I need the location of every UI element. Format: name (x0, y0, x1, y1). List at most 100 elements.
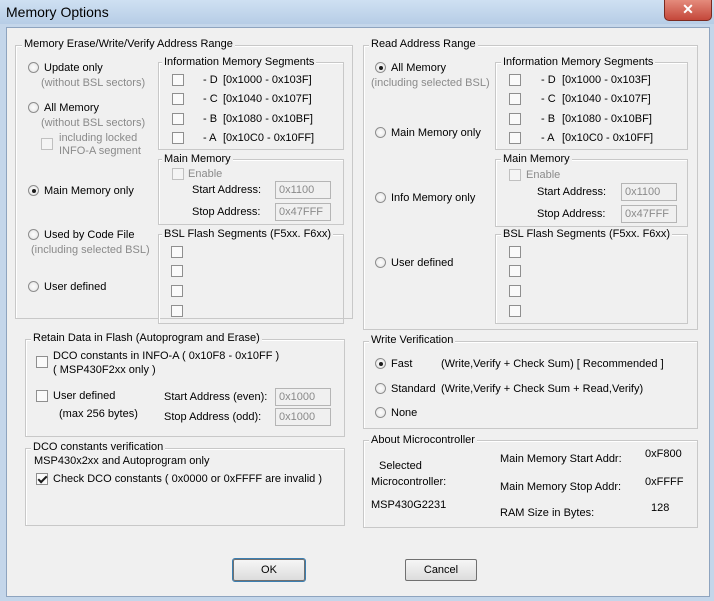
read-bsl-checkbox-3[interactable] (509, 285, 521, 297)
read-main-stop-label: Stop Address: (537, 208, 606, 220)
retain-user-defined-label: User defined (53, 390, 116, 402)
write-radio-standard-label: Standard (391, 383, 436, 395)
device-name: MSP430G2231 (371, 499, 447, 511)
read-bsl-checkbox-1[interactable] (509, 246, 521, 258)
ram-size-value: 128 (651, 502, 670, 514)
left-main-stop-input[interactable]: 0x47FFF (275, 203, 331, 221)
left-bsl-checkbox-1[interactable] (171, 246, 183, 258)
radio-update-only-label: Update only (44, 62, 103, 74)
read-radio-user-defined-label: User defined (391, 257, 454, 269)
left-main-enable-checkbox[interactable] (172, 168, 184, 180)
radio-used-by-code-file-label: Used by Code File (44, 229, 135, 241)
left-bsl-group (158, 234, 344, 324)
ram-size-label: RAM Size in Bytes: (500, 507, 595, 519)
read-main-stop-input[interactable]: 0x47FFF (621, 205, 677, 223)
left-segment-c-label: - C (203, 93, 218, 105)
left-bsl-checkbox-2[interactable] (171, 265, 183, 277)
retain-stop-input[interactable]: 0x1000 (275, 408, 331, 426)
read-segment-b-label: - B (541, 113, 556, 125)
retain-stop-label: Stop Address (odd): (164, 411, 262, 423)
left-segment-d-range: [0x1000 - 0x103F] (223, 74, 312, 86)
including-locked-checkbox[interactable] (41, 138, 53, 150)
start-addr-label: Main Memory Start Addr: (500, 453, 622, 465)
window-title: Memory Options (6, 4, 109, 20)
radio-user-defined[interactable] (28, 281, 39, 292)
read-segment-a-label: - A (541, 132, 555, 144)
read-segment-b-range: [0x1080 - 0x10BF] (562, 113, 652, 125)
dco-constants-label: DCO constants in INFO-A ( 0x10F8 - 0x10F… (53, 350, 280, 362)
read-radio-all-memory[interactable] (375, 62, 386, 73)
left-segment-b-range: [0x1080 - 0x10BF] (223, 113, 313, 125)
erase-range-title: Memory Erase/Write/Verify Address Range (22, 38, 235, 50)
read-radio-info-memory-only-label: Info Memory only (391, 192, 476, 204)
start-addr-value: 0xF800 (645, 448, 682, 460)
left-bsl-checkbox-4[interactable] (171, 305, 183, 317)
about-title: About Microcontroller (369, 434, 477, 446)
read-radio-all-memory-sub: (including selected BSL) (371, 77, 490, 89)
read-segment-d-label: - D (541, 74, 556, 86)
dialog-client: Memory Erase/Write/Verify Address Range … (6, 27, 710, 597)
radio-user-defined-label: User defined (44, 281, 107, 293)
left-segment-c-range: [0x1040 - 0x107F] (223, 93, 312, 105)
left-segment-a-checkbox[interactable] (172, 132, 184, 144)
read-segment-a-range: [0x10C0 - 0x10FF] (562, 132, 654, 144)
left-segment-b-checkbox[interactable] (172, 113, 184, 125)
write-radio-fast[interactable] (375, 358, 386, 369)
read-segment-c-range: [0x1040 - 0x107F] (562, 93, 651, 105)
left-main-start-input[interactable]: 0x1100 (275, 181, 331, 199)
read-segment-b-checkbox[interactable] (509, 113, 521, 125)
selected-label: Selected (379, 460, 422, 472)
read-segment-d-checkbox[interactable] (509, 74, 521, 86)
left-main-memory-title: Main Memory (162, 153, 233, 165)
cancel-button[interactable]: Cancel (405, 559, 477, 581)
radio-all-memory[interactable] (28, 102, 39, 113)
radio-update-only-sub: (without BSL sectors) (41, 77, 146, 89)
radio-update-only[interactable] (28, 62, 39, 73)
read-main-start-label: Start Address: (537, 186, 607, 198)
write-radio-fast-label: Fast (391, 358, 413, 370)
retain-data-title: Retain Data in Flash (Autoprogram and Er… (31, 332, 262, 344)
left-bsl-checkbox-3[interactable] (171, 285, 183, 297)
left-segment-a-range: [0x10C0 - 0x10FF] (223, 132, 315, 144)
radio-used-by-code-file[interactable] (28, 229, 39, 240)
dco-verification-subtitle: MSP430x2xx and Autoprogram only (34, 455, 210, 467)
info-a-segment-label: INFO-A segment (59, 145, 141, 157)
radio-all-memory-sub: (without BSL sectors) (41, 117, 146, 129)
radio-main-memory-only[interactable] (28, 185, 39, 196)
memory-options-window: Memory Options ✕ Memory Erase/Write/Veri… (0, 0, 714, 601)
left-info-segments-title: Information Memory Segments (162, 56, 317, 68)
dco-constants-checkbox[interactable] (36, 356, 48, 368)
read-main-enable-label: Enable (526, 169, 561, 181)
title-bar[interactable]: Memory Options ✕ (0, 0, 714, 24)
read-segment-d-range: [0x1000 - 0x103F] (562, 74, 651, 86)
read-radio-main-memory-only[interactable] (375, 127, 386, 138)
write-verification-title: Write Verification (369, 334, 456, 346)
close-button[interactable]: ✕ (664, 0, 712, 21)
ok-button[interactable]: OK (232, 558, 306, 582)
check-dco-checkbox[interactable] (36, 473, 48, 485)
retain-start-input[interactable]: 0x1000 (275, 388, 331, 406)
left-segment-c-checkbox[interactable] (172, 93, 184, 105)
read-bsl-checkbox-4[interactable] (509, 305, 521, 317)
dco-constants-sub: ( MSP430F2xx only ) (53, 364, 156, 376)
microcontroller-label: Microcontroller: (371, 476, 447, 488)
read-main-enable-checkbox[interactable] (509, 169, 521, 181)
retain-user-defined-checkbox[interactable] (36, 390, 48, 402)
left-main-stop-label: Stop Address: (192, 206, 261, 218)
read-bsl-title: BSL Flash Segments (F5xx. F6xx) (501, 228, 673, 240)
radio-used-by-code-file-sub: (including selected BSL) (31, 244, 150, 256)
write-radio-standard[interactable] (375, 383, 386, 394)
left-segment-b-label: - B (203, 113, 218, 125)
read-main-start-input[interactable]: 0x1100 (621, 183, 677, 201)
max-bytes-label: (max 256 bytes) (59, 408, 138, 420)
read-radio-info-memory-only[interactable] (375, 192, 386, 203)
left-bsl-title: BSL Flash Segments (F5xx. F6xx) (162, 228, 334, 240)
read-radio-user-defined[interactable] (375, 257, 386, 268)
read-segment-c-checkbox[interactable] (509, 93, 521, 105)
read-bsl-checkbox-2[interactable] (509, 265, 521, 277)
left-segment-d-checkbox[interactable] (172, 74, 184, 86)
dco-verification-title: DCO constants verification (31, 441, 166, 453)
read-radio-main-memory-only-label: Main Memory only (391, 127, 481, 139)
read-segment-a-checkbox[interactable] (509, 132, 521, 144)
write-radio-none[interactable] (375, 407, 386, 418)
